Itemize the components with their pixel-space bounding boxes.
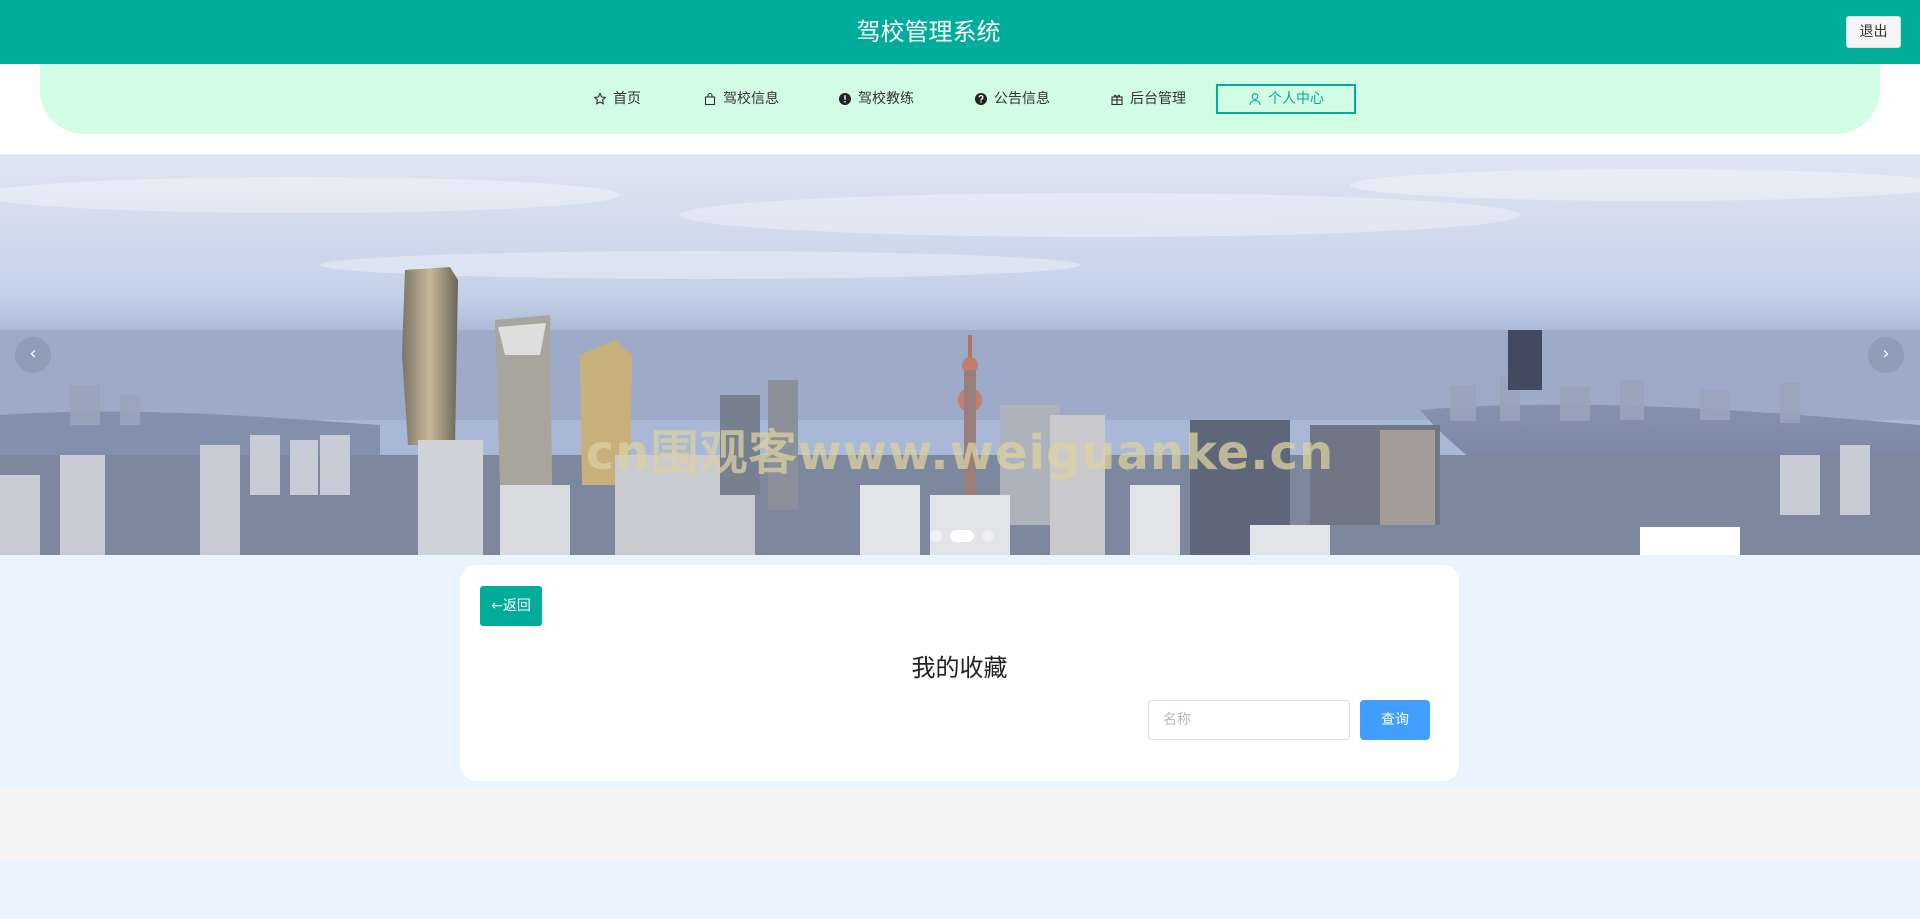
warning-circle-icon [839,93,851,105]
main-nav: 首页 驾校信息 驾校教练 公告信息 后台管理 个人中心 [40,64,1880,134]
carousel-dot[interactable] [982,530,994,542]
city-skyline-image [0,155,1920,555]
star-icon [593,92,607,105]
nav-wrapper: 首页 驾校信息 驾校教练 公告信息 后台管理 个人中心 [0,64,1920,154]
nav-item-label: 首页 [613,91,641,107]
nav-item-announcements[interactable]: 公告信息 [974,84,1050,114]
carousel-dot-active[interactable] [950,530,974,542]
nav-item-label: 后台管理 [1130,91,1186,107]
nav-item-label: 驾校教练 [858,91,914,107]
nav-item-label: 公告信息 [994,91,1050,107]
bag-icon [704,92,716,106]
nav-item-school-info[interactable]: 驾校信息 [703,84,779,114]
page-title: 我的收藏 [911,654,1008,682]
back-button[interactable]: ←返回 [480,586,542,626]
carousel-prev-button[interactable]: ‹ [15,337,51,373]
app-title: 驾校管理系统 [856,18,1001,46]
nav-item-label: 个人中心 [1268,91,1324,107]
nav-item-label: 驾校信息 [723,91,779,107]
name-search-input[interactable] [1148,700,1350,740]
nav-item-personal-center[interactable]: 个人中心 [1216,84,1356,114]
nav-item-home[interactable]: 首页 [593,84,641,114]
banner-carousel: cn围观客www.weiguanke.cn ‹ › [0,155,1920,555]
query-button[interactable]: 查询 [1360,700,1430,740]
footer-band [0,788,1920,860]
carousel-indicators [930,530,994,542]
top-header: 驾校管理系统 退出 [0,0,1920,64]
watermark-text: cn围观客www.weiguanke.cn [585,425,1335,481]
carousel-next-button[interactable]: › [1868,337,1904,373]
logout-button[interactable]: 退出 [1846,16,1901,48]
carousel-dot[interactable] [930,530,942,542]
favorites-card: ←返回 我的收藏 查询 [460,565,1459,781]
user-icon [1249,93,1261,106]
gift-icon [1111,94,1123,106]
question-circle-icon [975,93,987,105]
nav-item-coaches[interactable]: 驾校教练 [838,84,914,114]
nav-item-admin[interactable]: 后台管理 [1110,84,1186,114]
